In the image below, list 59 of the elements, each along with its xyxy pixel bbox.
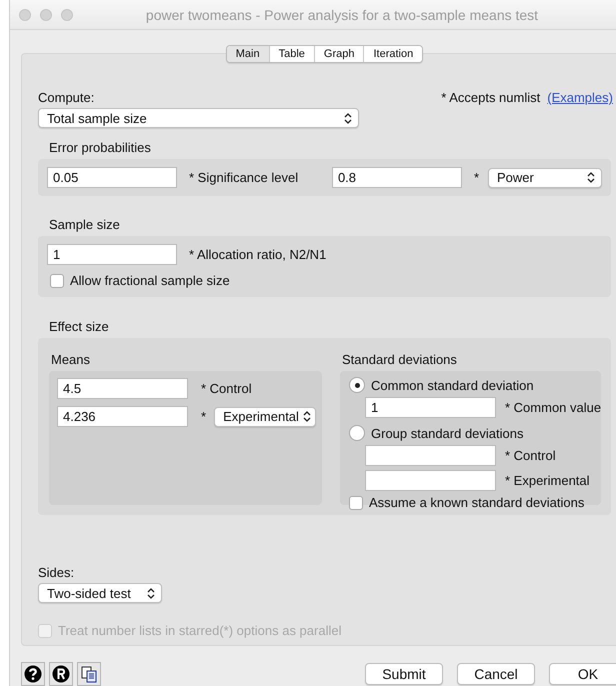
checkbox[interactable] (349, 496, 363, 510)
dropdown[interactable]: Experimental (214, 406, 316, 426)
section-title: Effect size (49, 319, 110, 334)
help-icon (24, 665, 42, 683)
tab[interactable]: Iteration (363, 46, 422, 62)
field-label: * Common value (505, 400, 602, 415)
radio-label: Common standard deviation (371, 378, 534, 392)
input-field[interactable]: 0.8 (332, 167, 462, 188)
field-label: * Significance level (189, 170, 298, 185)
field-label: * Allocation ratio, N2/N1 (189, 247, 326, 262)
radio-button[interactable] (349, 377, 365, 393)
input-field[interactable] (365, 445, 496, 466)
section-title: Error probabilities (49, 140, 152, 155)
checkbox-label: Allow fractional sample size (70, 273, 230, 288)
input-field[interactable]: 1 (47, 244, 177, 265)
checkbox-label: Treat number lists in starred(*) options as parallel (58, 623, 342, 638)
window-title: power twomeans - Power analysis for a two-sample means test (144, 6, 540, 22)
dropdown[interactable]: Two-sided test (38, 583, 162, 603)
input-field[interactable]: 1 (365, 397, 496, 418)
examples-link[interactable]: (Examples) (547, 90, 613, 105)
input-field[interactable]: 0.05 (47, 167, 177, 188)
section-title: Standard deviations (342, 352, 458, 367)
chevron-icon (587, 172, 595, 183)
field-label: Sides: (38, 565, 76, 580)
field-label: * (201, 409, 206, 424)
note-text: * Accepts numlist (441, 90, 540, 105)
field-label: * Control (201, 381, 252, 396)
input-field[interactable] (365, 470, 496, 491)
dialog-button[interactable]: OK (549, 663, 616, 685)
field-label: Compute: (38, 90, 94, 105)
reset-icon (52, 665, 70, 683)
field-label: * (474, 170, 479, 185)
field-label: * Control (505, 448, 556, 463)
input-field[interactable]: 4.236 (57, 406, 188, 427)
help-button[interactable] (21, 662, 45, 686)
copy-icon (80, 665, 98, 683)
zoom-button[interactable] (61, 8, 73, 20)
tab[interactable]: Graph (314, 46, 364, 62)
dropdown[interactable]: Power (488, 168, 602, 188)
reset-button[interactable] (49, 662, 73, 686)
radio-label: Group standard deviations (371, 426, 524, 440)
checkbox-label: Assume a known standard deviations (369, 495, 584, 510)
chevron-icon (147, 588, 155, 598)
tab[interactable]: Table (268, 46, 314, 62)
chevron-icon (344, 112, 352, 124)
dropdown[interactable]: Total sample size (38, 108, 359, 128)
close-button[interactable] (19, 8, 31, 20)
dialog-button[interactable]: Cancel (457, 663, 535, 685)
input-field[interactable]: 4.5 (57, 378, 188, 399)
copy-button[interactable] (77, 662, 101, 686)
checkbox[interactable] (50, 274, 64, 288)
tab[interactable]: Main (226, 46, 269, 62)
section-title: Means (51, 352, 92, 367)
chevron-icon (302, 411, 311, 422)
dialog-button[interactable]: Submit (365, 663, 443, 685)
field-label: * Experimental (505, 473, 590, 488)
section-title: Sample size (49, 217, 121, 232)
radio-button[interactable] (349, 425, 365, 441)
minimize-button[interactable] (40, 8, 52, 20)
